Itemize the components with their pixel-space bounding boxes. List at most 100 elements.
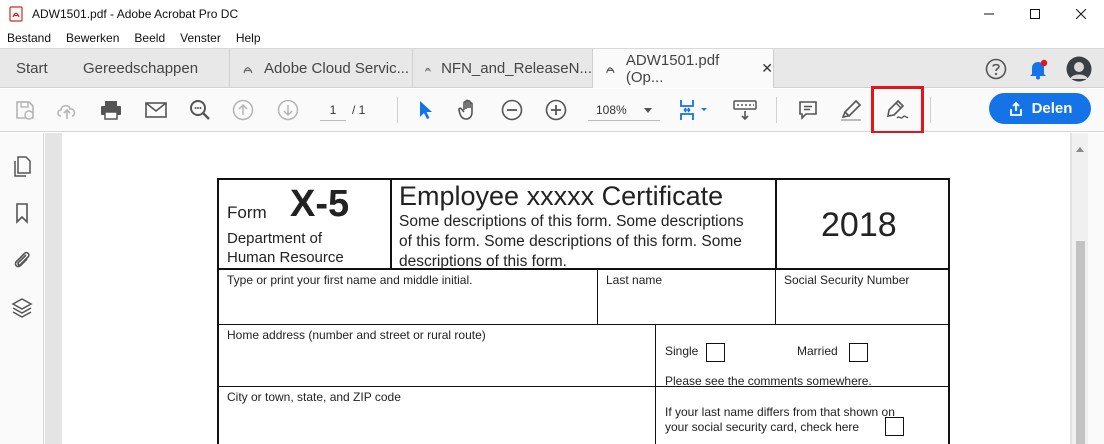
tab-home[interactable]: Start (16, 49, 48, 88)
form-description-line-2: of this form. Some descriptions of this … (399, 233, 742, 250)
home-address-label: Home address (number and street or rural… (227, 328, 486, 342)
paperclip-icon (14, 251, 30, 268)
form-divider (390, 180, 392, 270)
vertical-scrollbar[interactable] (1071, 133, 1088, 444)
form-divider (655, 324, 656, 444)
layers-icon (11, 298, 33, 318)
document-viewport: Form X-5 Department of Human Resource Em… (45, 133, 1089, 444)
single-checkbox[interactable] (706, 343, 725, 362)
notifications-button[interactable] (1027, 49, 1049, 88)
pdf-document-icon (243, 66, 253, 73)
help-button[interactable] (985, 49, 1007, 88)
page-fit-button[interactable] (672, 95, 712, 125)
form-divider (219, 386, 655, 387)
acrobat-app-icon (9, 6, 23, 22)
city-state-zip-label: City or town, state, and ZIP code (227, 390, 401, 404)
menu-view[interactable]: Beeld (127, 31, 173, 45)
scrollbar-thumb[interactable] (1076, 241, 1085, 444)
search-icon (190, 100, 210, 120)
menu-edit[interactable]: Bewerken (59, 31, 127, 45)
share-button[interactable]: Delen (989, 93, 1091, 124)
ssn-label: Social Security Number (784, 273, 910, 287)
next-page-button[interactable] (273, 95, 303, 125)
bookmark-icon (16, 203, 28, 224)
select-tool-button[interactable] (410, 95, 440, 125)
menu-help[interactable]: Help (229, 31, 269, 45)
user-avatar[interactable] (1066, 49, 1092, 88)
chevron-down-icon (644, 108, 652, 113)
highlighter-pen-icon (841, 99, 862, 121)
toolbar-divider (930, 97, 931, 123)
scroll-mode-button[interactable] (728, 95, 762, 125)
tab-tools-label: Gereedschappen (83, 60, 199, 77)
married-checkbox[interactable] (849, 343, 868, 362)
page-thumbnails-button[interactable] (10, 154, 34, 178)
form-word: Form (227, 203, 267, 222)
last-name-differs-line-2: your social security card, check here (665, 420, 860, 434)
tab-document-1[interactable]: Adobe Cloud Servic... (229, 49, 412, 88)
highlight-button[interactable] (836, 95, 866, 125)
share-upload-icon (1009, 101, 1022, 116)
maximize-button[interactable] (1012, 0, 1058, 28)
last-name-differs-line-1: If your last name differs from that show… (665, 405, 895, 419)
pages-icon (14, 156, 31, 177)
hand-icon (458, 99, 473, 120)
keyboard-scroll-icon (733, 100, 757, 121)
menu-window[interactable]: Venster (173, 31, 229, 45)
save-icon (16, 101, 34, 120)
avatar-icon (1066, 56, 1092, 81)
menu-bar: Bestand Bewerken Beeld Venster Help (0, 28, 1104, 48)
minus-circle-icon (501, 99, 523, 121)
close-icon (1076, 9, 1086, 19)
red-highlight-annotation (871, 86, 924, 134)
arrow-down-circle-icon (277, 99, 299, 121)
form-number: X-5 (290, 183, 350, 225)
bell-icon (1030, 59, 1048, 79)
layers-button[interactable] (10, 295, 34, 319)
close-window-button[interactable] (1058, 0, 1104, 28)
previous-page-button[interactable] (228, 95, 258, 125)
menu-file[interactable]: Bestand (0, 31, 59, 45)
cloud-upload-icon (57, 104, 76, 119)
form-year: 2018 (821, 206, 897, 244)
zoom-in-button[interactable] (541, 95, 571, 125)
form-divider (219, 324, 948, 325)
tab-tools[interactable]: Gereedschappen (83, 49, 198, 88)
cursor-arrow-icon (420, 101, 432, 119)
comment-button[interactable] (793, 95, 823, 125)
form-divider (775, 268, 776, 324)
print-button[interactable] (96, 95, 126, 125)
attachments-button[interactable] (10, 248, 34, 272)
pdf-document-icon (606, 66, 615, 73)
comment-icon (799, 101, 817, 120)
arrow-up-circle-icon (232, 99, 254, 121)
close-tab-button[interactable]: ✕ (761, 60, 773, 77)
current-page-input[interactable]: 1 (320, 99, 346, 121)
last-name-differs-checkbox[interactable] (885, 417, 904, 436)
window-title: ADW1501.pdf - Adobe Acrobat Pro DC (32, 7, 239, 21)
tab-document-2[interactable]: NFN_and_ReleaseN... (412, 49, 592, 88)
minimize-button[interactable] (966, 0, 1012, 28)
pdf-page: Form X-5 Department of Human Resource Em… (62, 133, 1070, 444)
email-button[interactable] (141, 95, 171, 125)
form-x5: Form X-5 Department of Human Resource Em… (217, 178, 950, 444)
first-name-label: Type or print your first name and middle… (227, 273, 473, 287)
single-label: Single (665, 344, 699, 358)
tab-document-2-label: NFN_and_ReleaseN... (441, 60, 592, 77)
zoom-level-select[interactable]: 108% (588, 99, 660, 121)
tab-document-active-label: ADW1501.pdf (Op... (625, 51, 720, 86)
form-divider (775, 180, 777, 270)
zoom-out-button[interactable] (497, 95, 527, 125)
plus-circle-icon (545, 99, 567, 121)
tab-bar: Start Gereedschappen Adobe Cloud Servic.… (0, 48, 1104, 88)
help-icon (985, 58, 1007, 79)
bookmarks-button[interactable] (10, 201, 34, 225)
hand-tool-button[interactable] (454, 95, 484, 125)
comments-note: Please see the comments somewhere. (665, 374, 872, 388)
tab-document-active[interactable]: ADW1501.pdf (Op... ✕ (592, 49, 774, 88)
cloud-upload-button[interactable] (52, 95, 82, 125)
scroll-up-arrow-icon[interactable] (1076, 147, 1084, 152)
search-button[interactable] (185, 95, 215, 125)
save-button[interactable] (10, 95, 40, 125)
main-toolbar: 1 / 1 108% (0, 89, 1104, 132)
